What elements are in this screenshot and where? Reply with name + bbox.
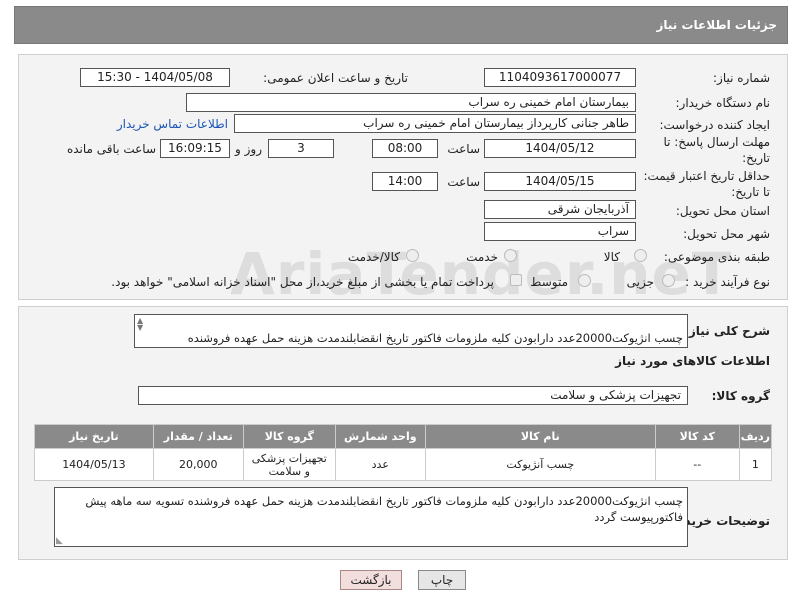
remaining-time-field: 16:09:15	[160, 139, 230, 158]
announce-label: تاریخ و ساعت اعلان عمومی:	[263, 71, 408, 85]
days-field: 3	[268, 139, 334, 158]
need-number-label: شماره نیاز:	[713, 71, 770, 85]
validity-time-label: ساعت	[447, 175, 480, 189]
cell-group: تجهیزات پزشکی و سلامت	[242, 448, 336, 481]
page-header: جزئیات اطلاعات نیاز	[14, 6, 788, 44]
goods-group-label: گروه کالا:	[711, 389, 770, 403]
price-validity-label: حداقل تاریخ اعتبار قیمت: تا تاریخ:	[643, 169, 770, 199]
cell-name: چسب آنژیوکت	[424, 448, 656, 481]
requester-label: ایجاد کننده درخواست:	[659, 118, 770, 132]
reply-time-field: 08:00	[372, 139, 438, 158]
col-name: نام کالا	[424, 424, 656, 449]
days-label: روز و	[235, 142, 262, 156]
buyer-notes-text: چسب انژیوکت20000عدد دارابودن کلیه ملزوما…	[85, 494, 683, 524]
table-header-row: ردیف کد کالا نام کالا واحد شمارش گروه کا…	[34, 424, 773, 449]
validity-date-field: 1404/05/15	[484, 172, 636, 191]
description-label: شرح کلی نیاز:	[684, 324, 770, 338]
city-label: شهر محل تحویل:	[683, 227, 770, 241]
category-radio-both[interactable]	[406, 249, 419, 262]
remaining-label: ساعت باقی مانده	[66, 142, 156, 156]
need-number-field: 1104093617000077	[484, 68, 636, 87]
province-label: استان محل تحویل:	[675, 204, 770, 218]
description-scroll-arrows-icon[interactable]: ▲ ▼	[137, 317, 147, 332]
goods-info-title: اطلاعات کالاهای مورد نیاز	[615, 354, 770, 368]
cell-row: 1	[738, 448, 773, 481]
buyer-org-field: بیمارستان امام خمینی ره سراب	[186, 93, 636, 112]
goods-group-field: تجهیزات پزشکی و سلامت	[138, 386, 688, 405]
purchase-type-label: نوع فرآیند خرید :	[685, 275, 770, 289]
print-button[interactable]: چاپ	[418, 570, 466, 590]
city-field: سراب	[484, 222, 636, 241]
col-group: گروه کالا	[242, 424, 336, 449]
table-row: 1 -- چسب آنژیوکت عدد تجهیزات پزشکی و سلا…	[34, 448, 773, 481]
resize-grip-icon[interactable]: ◣	[56, 536, 63, 546]
category-radio-service[interactable]	[504, 249, 517, 262]
goods-table: ردیف کد کالا نام کالا واحد شمارش گروه کا…	[34, 424, 773, 481]
col-quantity: تعداد / مقدار	[152, 424, 244, 449]
purchase-option-minor: جزیی	[626, 275, 654, 289]
buyer-notes-field: چسب انژیوکت20000عدد دارابودن کلیه ملزوما…	[54, 487, 688, 547]
purchase-radio-minor[interactable]	[662, 274, 675, 287]
cell-unit: عدد	[334, 448, 426, 481]
col-date: تاریخ نیاز	[34, 424, 154, 449]
payment-note: پرداخت تمام یا بخشی از مبلغ خرید،از محل …	[111, 275, 494, 289]
category-option-goods: کالا	[603, 250, 620, 264]
col-unit: واحد شمارش	[334, 424, 426, 449]
description-field: چسب انژیوکت20000عدد دارابودن کلیه ملزوما…	[134, 314, 688, 348]
reply-deadline-label: مهلت ارسال پاسخ: تا تاریخ:	[663, 135, 770, 165]
cell-date: 1404/05/13	[34, 448, 154, 481]
cell-code: --	[654, 448, 740, 481]
col-code: کد کالا	[654, 424, 740, 449]
reply-date-field: 1404/05/12	[484, 139, 636, 158]
category-radio-goods[interactable]	[634, 249, 647, 262]
purchase-option-medium: متوسط	[530, 275, 568, 289]
validity-time-field: 14:00	[372, 172, 438, 191]
requester-field: طاهر جنانی کارپرداز بیمارستان امام خمینی…	[234, 114, 636, 133]
cell-quantity: 20,000	[152, 448, 244, 481]
category-option-both: کالا/خدمت	[347, 250, 400, 264]
col-row: ردیف	[738, 424, 773, 449]
buyer-contact-link[interactable]: اطلاعات تماس خریدار	[117, 117, 228, 131]
announce-field: 1404/05/08 - 15:30	[80, 68, 230, 87]
purchase-radio-medium[interactable]	[578, 274, 591, 287]
category-option-service: خدمت	[466, 250, 498, 264]
province-field: آذربایجان شرقی	[484, 200, 636, 219]
description-text: چسب انژیوکت20000عدد دارابودن کلیه ملزوما…	[187, 331, 683, 345]
back-button[interactable]: بازگشت	[340, 570, 402, 590]
treasury-payment-checkbox[interactable]	[510, 274, 522, 286]
buyer-org-label: نام دستگاه خریدار:	[675, 96, 771, 110]
reply-time-label: ساعت	[447, 142, 480, 156]
category-label: طبقه بندی موضوعی:	[663, 250, 770, 264]
